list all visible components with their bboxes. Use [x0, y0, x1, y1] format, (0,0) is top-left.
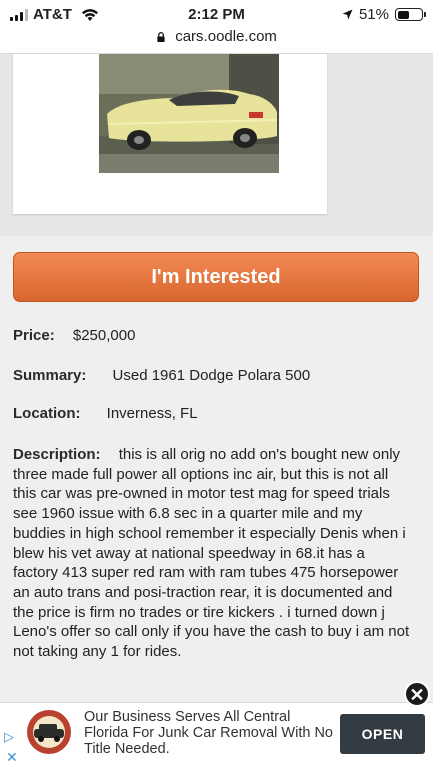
battery-percent: 51%: [358, 6, 389, 23]
location-row: Location: Inverness, FL: [13, 405, 198, 422]
image-area: [0, 54, 433, 236]
ad-banner[interactable]: ▷ ✕ Our Business Serves All Central Flor…: [0, 702, 433, 768]
ad-text[interactable]: Our Business Serves All Central Florida …: [84, 709, 334, 757]
price-value: $250,000: [72, 327, 136, 344]
description-block: Description: this is all orig no add on'…: [13, 445, 413, 662]
ad-dismiss-icon[interactable]: ✕: [6, 749, 18, 766]
right-status-group: 51%: [342, 6, 426, 23]
summary-value: Used 1961 Dodge Polara 500: [112, 367, 311, 384]
address-bar[interactable]: cars.oodle.com: [0, 28, 433, 54]
close-ad-icon[interactable]: ✕: [404, 681, 430, 707]
battery-icon: [395, 8, 426, 21]
listing-image-card[interactable]: [13, 54, 327, 214]
adchoices-icon[interactable]: ▷: [4, 729, 14, 745]
description-label: Description:: [13, 446, 101, 463]
location-label: Location:: [13, 405, 81, 422]
status-bar: AT&T 2:12 PM 51%: [0, 0, 433, 28]
description-text: this is all orig no add on's bought new …: [13, 446, 410, 661]
car-photo[interactable]: [99, 54, 279, 173]
price-label: Price:: [13, 327, 55, 344]
location-arrow-icon: [342, 9, 353, 20]
summary-row: Summary: Used 1961 Dodge Polara 500: [13, 367, 310, 384]
ad-open-button[interactable]: OPEN: [340, 714, 425, 754]
url-text: cars.oodle.com: [175, 28, 277, 45]
price-row: Price: $250,000: [13, 327, 135, 344]
ad-logo[interactable]: [26, 709, 72, 755]
location-value: Inverness, FL: [106, 405, 198, 422]
lock-icon: [157, 32, 165, 42]
summary-label: Summary:: [13, 367, 87, 384]
interested-button[interactable]: I'm Interested: [13, 252, 419, 302]
battery-level: [397, 10, 410, 19]
